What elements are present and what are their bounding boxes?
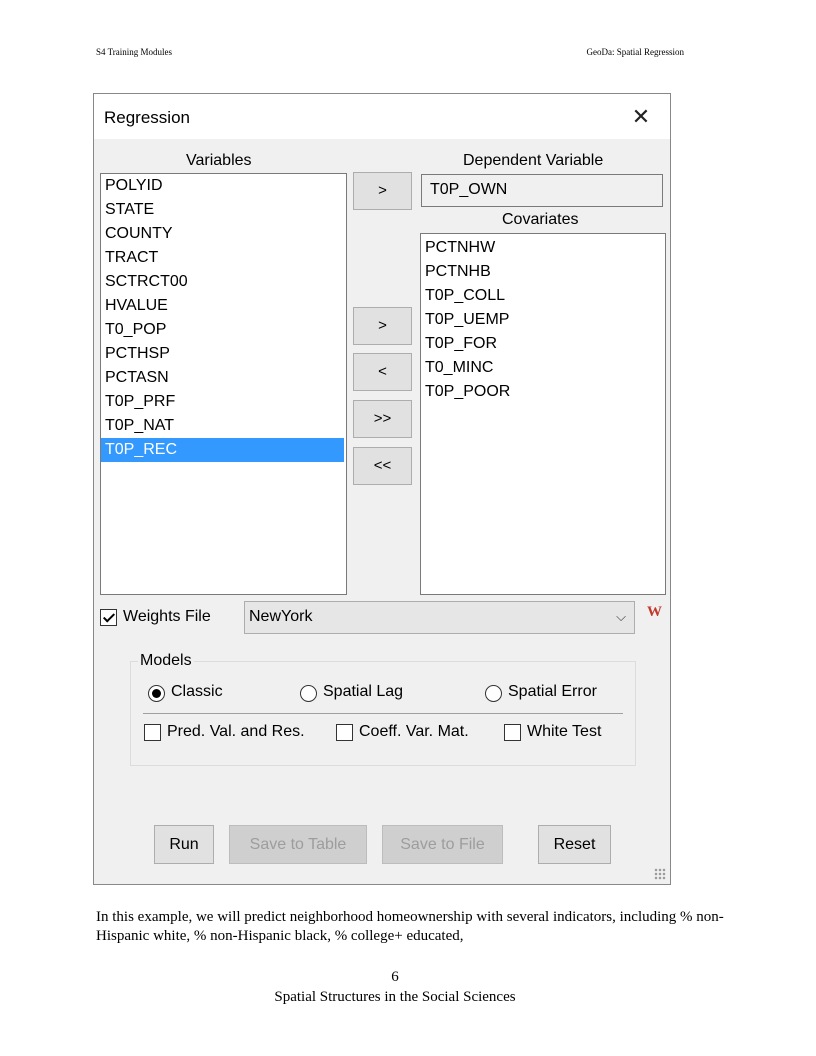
- add-all-button[interactable]: >>: [353, 400, 412, 438]
- radio-classic[interactable]: [148, 685, 165, 702]
- covariates-list[interactable]: PCTNHW PCTNHB T0P_COLL T0P_UEMP T0P_FOR …: [420, 233, 666, 595]
- weights-manager-icon[interactable]: W: [647, 604, 662, 621]
- reset-button[interactable]: Reset: [538, 825, 611, 864]
- radio-spatial-lag-label: Spatial Lag: [323, 683, 404, 700]
- list-item[interactable]: T0P_PRF: [101, 390, 346, 414]
- add-covariate-button[interactable]: >: [353, 307, 412, 345]
- save-to-file-button[interactable]: Save to File: [382, 825, 503, 864]
- models-separator: [143, 713, 623, 714]
- list-item[interactable]: PCTNHB: [421, 260, 665, 284]
- coeff-var-mat-label: Coeff. Var. Mat.: [359, 723, 469, 740]
- radio-classic-label: Classic: [171, 683, 223, 700]
- list-item[interactable]: T0P_COLL: [421, 284, 665, 308]
- weights-file-select[interactable]: NewYork ⌵: [244, 601, 635, 634]
- list-item[interactable]: PCTHSP: [101, 342, 346, 366]
- list-item[interactable]: POLYID: [101, 174, 346, 198]
- body-paragraph: In this example, we will predict neighbo…: [96, 909, 724, 944]
- move-to-dependent-button[interactable]: >: [353, 172, 412, 210]
- list-item[interactable]: COUNTY: [101, 222, 346, 246]
- list-item-selected[interactable]: T0P_REC: [101, 438, 344, 462]
- radio-spatial-error[interactable]: [485, 685, 502, 702]
- models-label: Models: [138, 652, 194, 670]
- list-item[interactable]: T0P_UEMP: [421, 308, 665, 332]
- radio-spatial-lag[interactable]: [300, 685, 317, 702]
- weights-file-label: Weights File: [123, 608, 211, 625]
- save-to-table-button[interactable]: Save to Table: [229, 825, 367, 864]
- list-item[interactable]: STATE: [101, 198, 346, 222]
- regression-dialog: Regression ✕ Variables POLYID STATE COUN…: [93, 93, 671, 885]
- covariates-label: Covariates: [502, 211, 579, 228]
- radio-spatial-error-label: Spatial Error: [508, 683, 597, 700]
- list-item[interactable]: PCTNHW: [421, 236, 665, 260]
- dialog-title: Regression: [104, 108, 190, 127]
- screenshot-figure: Regression ✕ Variables POLYID STATE COUN…: [91, 90, 675, 890]
- variables-list[interactable]: POLYID STATE COUNTY TRACT SCTRCT00 HVALU…: [100, 173, 347, 595]
- header-right: GeoDa: Spatial Regression: [586, 47, 684, 57]
- list-item[interactable]: T0P_NAT: [101, 414, 346, 438]
- close-icon[interactable]: ✕: [626, 102, 656, 132]
- list-item[interactable]: SCTRCT00: [101, 270, 346, 294]
- list-item[interactable]: TRACT: [101, 246, 346, 270]
- page-footer: Spatial Structures in the Social Science…: [274, 989, 516, 1005]
- list-item[interactable]: T0P_FOR: [421, 332, 665, 356]
- list-item[interactable]: HVALUE: [101, 294, 346, 318]
- pred-val-res-checkbox[interactable]: [144, 724, 161, 741]
- list-item[interactable]: T0_MINC: [421, 356, 665, 380]
- dependent-variable-label: Dependent Variable: [463, 152, 604, 169]
- weights-file-value: NewYork: [249, 608, 313, 625]
- remove-covariate-button[interactable]: <: [353, 353, 412, 391]
- remove-all-button[interactable]: <<: [353, 447, 412, 485]
- pred-val-res-label: Pred. Val. and Res.: [167, 723, 305, 740]
- run-button[interactable]: Run: [154, 825, 214, 864]
- list-item[interactable]: T0P_POOR: [421, 380, 665, 404]
- coeff-var-mat-checkbox[interactable]: [336, 724, 353, 741]
- list-item[interactable]: T0_POP: [101, 318, 346, 342]
- variables-label: Variables: [186, 152, 252, 169]
- chevron-down-icon: ⌵: [616, 609, 626, 624]
- page-number: 6: [391, 969, 399, 985]
- dependent-variable-field[interactable]: T0P_OWN: [421, 174, 663, 207]
- resize-grip-icon[interactable]: [654, 868, 666, 880]
- list-item[interactable]: PCTASN: [101, 366, 346, 390]
- title-bar: Regression ✕: [94, 94, 670, 139]
- white-test-label: White Test: [527, 723, 602, 740]
- white-test-checkbox[interactable]: [504, 724, 521, 741]
- weights-file-checkbox[interactable]: [100, 609, 117, 626]
- header-left: S4 Training Modules: [96, 47, 173, 57]
